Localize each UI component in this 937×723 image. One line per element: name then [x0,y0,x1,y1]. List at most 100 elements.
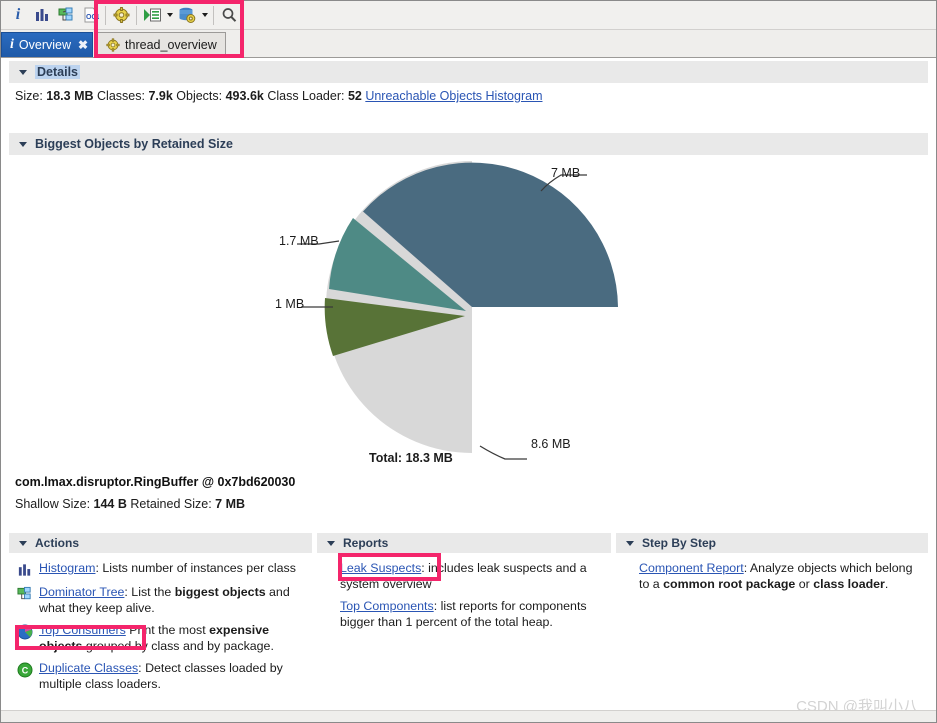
histogram-link[interactable]: Histogram [39,561,95,575]
component-report-mid: or [795,577,813,591]
pie-label-1mb: 1 MB [275,297,304,311]
search-icon[interactable] [217,3,241,27]
step-item-component-report[interactable]: Component Report: Analyze objects which … [639,561,924,592]
reports-header-label: Reports [343,536,388,550]
classloader-label: Class Loader: [267,89,344,103]
actions-panel: Actions Histogram: Lists number of insta… [9,533,312,699]
dominator-bold: biggest objects [175,585,266,599]
details-section-header[interactable]: Details [9,61,928,83]
dominator-tree-link[interactable]: Dominator Tree [39,585,124,599]
step-by-step-panel-header[interactable]: Step By Step [616,533,928,553]
reports-panel: Reports Leak Suspects: includes leak sus… [317,533,611,637]
biggest-objects-section-header[interactable]: Biggest Objects by Retained Size [9,133,928,155]
top-consumers-desc-2: grouped by class and by package. [82,639,274,653]
oql-icon[interactable]: OQL [78,3,102,27]
report-leak-suspects-text: Leak Suspects: includes leak suspects an… [340,561,607,592]
toolbar-separator-1 [105,6,106,25]
shallow-size-label: Shallow Size: [15,497,90,511]
report-top-components-text: Top Components: list reports for compone… [340,599,607,630]
chevron-down-icon[interactable] [19,541,27,546]
mat-memory-analyzer-window: i OQL [0,0,937,723]
duplicate-classes-icon: C [17,662,33,678]
toolbar-separator-2 [136,6,137,25]
action-item-histogram[interactable]: Histogram: Lists number of instances per… [17,561,308,578]
retained-size-pie-chart[interactable]: 7 MB 1.7 MB 1 MB 8.6 MB [1,156,936,466]
histogram-desc: Lists number of instances per class [99,561,296,575]
step-by-step-header-label: Step By Step [642,536,716,550]
component-report-bold-1: common root package [663,577,795,591]
reports-panel-header[interactable]: Reports [317,533,611,553]
step-by-step-list: Component Report: Analyze objects which … [616,553,928,592]
pie-label-8-6mb: 8.6 MB [531,437,571,451]
leak-suspects-link[interactable]: Leak Suspects [340,561,421,575]
size-label: Size: [15,89,43,103]
tab-overview-label: Overview [19,38,71,52]
biggest-objects-header-label: Biggest Objects by Retained Size [35,137,233,151]
tab-thread-overview[interactable]: thread_overview [97,32,226,57]
action-item-dominator-tree[interactable]: Dominator Tree: List the biggest objects… [17,585,308,616]
svg-text:C: C [22,666,29,676]
pie-svg [1,156,936,466]
shallow-size-value: 144 B [94,497,127,511]
leader-line-8-6mb [480,446,527,459]
chevron-down-icon[interactable] [19,142,27,147]
main-toolbar: i OQL [1,1,936,30]
query-database-icon[interactable] [175,3,199,27]
unreachable-objects-histogram-link[interactable]: Unreachable Objects Histogram [365,89,542,103]
classes-label: Classes: [97,89,145,103]
dominator-tree-icon [17,586,33,602]
component-report-link[interactable]: Component Report [639,561,744,575]
report-item-top-components[interactable]: Top Components: list reports for compone… [340,599,607,630]
report-item-leak-suspects[interactable]: Leak Suspects: includes leak suspects an… [340,561,607,592]
status-bar [1,710,936,722]
reports-list: Leak Suspects: includes leak suspects an… [317,553,611,630]
step-by-step-panel: Step By Step Component Report: Analyze o… [616,533,928,599]
action-item-top-consumers[interactable]: Top Consumers Print the most expensive o… [17,623,308,654]
selected-object-sizes: Shallow Size: 144 B Retained Size: 7 MB [15,497,245,511]
chevron-down-icon[interactable] [19,70,27,75]
tab-overview[interactable]: i Overview ✖ [1,32,93,57]
component-report-text: Component Report: Analyze objects which … [639,561,924,592]
size-value: 18.3 MB [46,89,93,103]
selected-object-name: com.lmax.disruptor.RingBuffer @ 0x7bd620… [15,475,295,489]
retained-size-label: Retained Size: [130,497,211,511]
gear-icon[interactable] [109,3,133,27]
action-histogram-text: Histogram: Lists number of instances per… [39,561,308,578]
actions-list: Histogram: Lists number of instances per… [9,553,312,692]
pie-total-label: Total: 18.3 MB [369,451,453,465]
actions-panel-header[interactable]: Actions [9,533,312,553]
pie-label-7mb: 7 MB [551,166,580,180]
chevron-down-icon[interactable] [327,541,335,546]
action-dominator-tree-text: Dominator Tree: List the biggest objects… [39,585,308,616]
top-consumers-icon [17,624,33,640]
run-expert-system-dropdown-icon[interactable] [164,3,175,27]
pie-label-1-7mb: 1.7 MB [279,234,319,248]
svg-text:OQL: OQL [86,14,99,21]
dominator-tree-icon[interactable] [54,3,78,27]
overview-info-icon[interactable]: i [6,3,30,27]
close-icon[interactable]: ✖ [78,38,88,52]
component-report-bold-2: class loader [813,577,885,591]
run-expert-system-icon[interactable] [140,3,164,27]
editor-tab-bar: i Overview ✖ thread_overview [1,30,936,58]
action-item-duplicate-classes[interactable]: C Duplicate Classes: Detect classes load… [17,661,308,692]
retained-size-value: 7 MB [215,497,245,511]
toolbar-separator-3 [213,6,214,25]
tab-thread-overview-label: thread_overview [125,38,217,52]
top-consumers-desc-1: Print the most [126,623,209,637]
top-components-link[interactable]: Top Components [340,599,434,613]
details-summary: Size: 18.3 MB Classes: 7.9k Objects: 493… [15,89,543,103]
duplicate-classes-link[interactable]: Duplicate Classes [39,661,138,675]
chevron-down-icon[interactable] [626,541,634,546]
histogram-icon [17,562,33,578]
action-top-consumers-text: Top Consumers Print the most expensive o… [39,623,308,654]
gear-icon [106,38,120,53]
histogram-icon[interactable] [30,3,54,27]
objects-label: Objects: [176,89,222,103]
action-duplicate-classes-text: Duplicate Classes: Detect classes loaded… [39,661,308,692]
top-consumers-link[interactable]: Top Consumers [39,623,126,637]
classes-value: 7.9k [148,89,172,103]
objects-value: 493.6k [226,89,264,103]
query-database-dropdown-icon[interactable] [199,3,210,27]
component-report-desc-2: . [885,577,888,591]
